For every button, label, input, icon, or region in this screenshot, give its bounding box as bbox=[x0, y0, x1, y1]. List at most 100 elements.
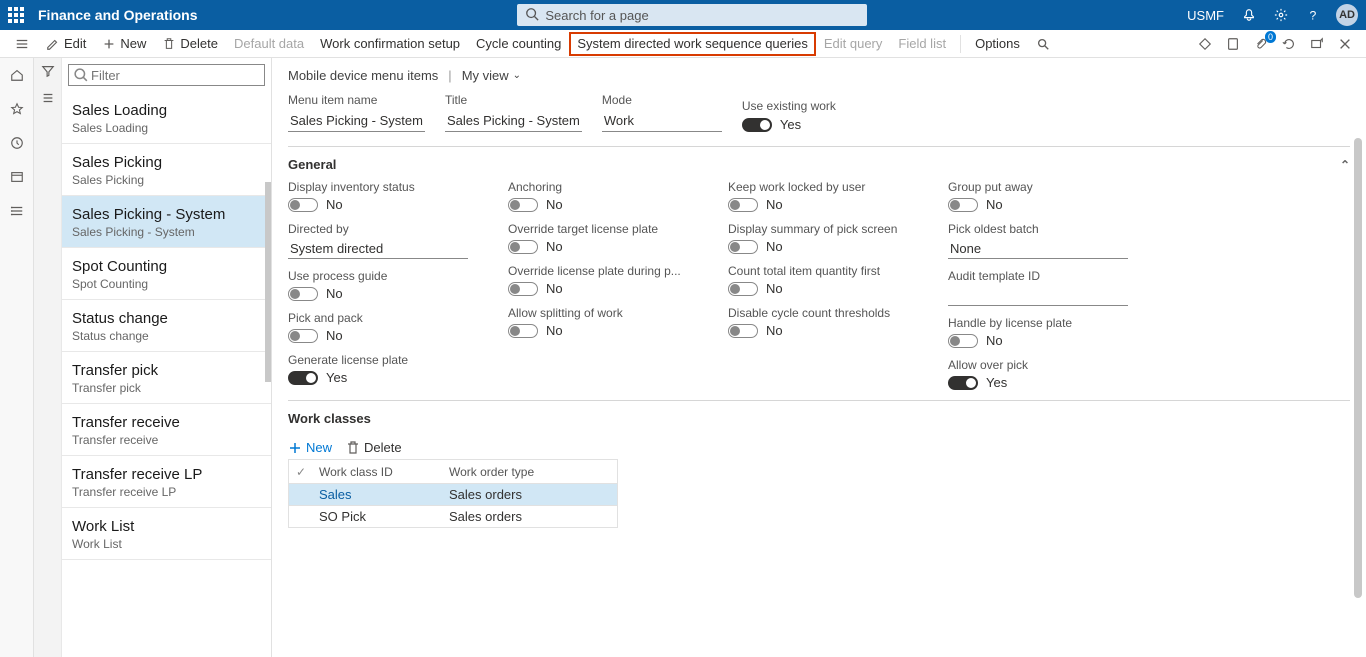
gear-icon[interactable] bbox=[1272, 6, 1290, 24]
pick_and_pack-toggle[interactable] bbox=[288, 329, 318, 343]
funnel-icon[interactable] bbox=[41, 64, 55, 81]
hamburger-icon[interactable] bbox=[13, 35, 31, 53]
count_total-field: Count total item quantity firstNo bbox=[728, 264, 908, 296]
bell-icon[interactable] bbox=[1240, 6, 1258, 24]
use-existing-work-field: Use existing work Yes bbox=[742, 99, 836, 132]
generate_lp-toggle[interactable] bbox=[288, 371, 318, 385]
list-item[interactable]: Transfer pickTransfer pick bbox=[62, 352, 271, 404]
edit-button[interactable]: Edit bbox=[38, 30, 94, 58]
delete-button[interactable]: Delete bbox=[154, 30, 226, 58]
list-filter-input[interactable] bbox=[68, 64, 265, 86]
override_lp_put-toggle[interactable] bbox=[508, 282, 538, 296]
check-icon[interactable]: ✓ bbox=[289, 465, 313, 479]
scrollbar-thumb[interactable] bbox=[1354, 138, 1362, 598]
list-item[interactable]: Transfer receiveTransfer receive bbox=[62, 404, 271, 456]
avatar[interactable]: AD bbox=[1336, 4, 1358, 26]
global-search[interactable]: Search for a page bbox=[517, 4, 867, 26]
collapse-icon[interactable]: ⌃ bbox=[1340, 158, 1350, 172]
list-item-sub: Sales Picking bbox=[72, 173, 261, 187]
pick_and_pack-field: Pick and packNo bbox=[288, 311, 468, 343]
count_total-toggle[interactable] bbox=[728, 282, 758, 296]
menu-item-name-input[interactable]: Sales Picking - System bbox=[288, 111, 425, 132]
list-item[interactable]: Sales PickingSales Picking bbox=[62, 144, 271, 196]
col-work-order-type[interactable]: Work order type bbox=[443, 465, 617, 479]
override_lp_put-field: Override license plate during p...No bbox=[508, 264, 688, 296]
clock-icon[interactable] bbox=[8, 134, 26, 152]
svg-text:?: ? bbox=[1310, 8, 1317, 22]
record-list: Sales LoadingSales LoadingSales PickingS… bbox=[62, 58, 272, 657]
generate_lp-field: Generate license plateYes bbox=[288, 353, 468, 385]
sys-directed-queries-button[interactable]: System directed work sequence queries bbox=[569, 32, 816, 56]
display_inv_status-toggle[interactable] bbox=[288, 198, 318, 212]
allow_over_pick-toggle[interactable] bbox=[948, 376, 978, 390]
new-button[interactable]: New bbox=[94, 30, 154, 58]
page-title: Mobile device menu items bbox=[288, 68, 438, 83]
star-icon[interactable] bbox=[8, 100, 26, 118]
anchoring-toggle[interactable] bbox=[508, 198, 538, 212]
attachments-icon[interactable]: 0 bbox=[1252, 35, 1270, 53]
main-content: Mobile device menu items | My view ⌄ Men… bbox=[272, 58, 1366, 657]
use_process_guide-toggle[interactable] bbox=[288, 287, 318, 301]
list-item-sub: Transfer receive LP bbox=[72, 485, 261, 499]
group_put-toggle[interactable] bbox=[948, 198, 978, 212]
pick_oldest-input[interactable]: None bbox=[948, 239, 1128, 259]
cycle-counting-button[interactable]: Cycle counting bbox=[468, 30, 569, 58]
waffle-icon[interactable] bbox=[8, 7, 24, 23]
mode-input[interactable]: Work bbox=[602, 111, 722, 132]
workspace-icon[interactable] bbox=[8, 168, 26, 186]
list-item-sub: Status change bbox=[72, 329, 261, 343]
handle_lp-toggle[interactable] bbox=[948, 334, 978, 348]
wc-new-button[interactable]: New bbox=[288, 440, 332, 455]
list-collapse-icon[interactable] bbox=[41, 91, 55, 108]
close-icon[interactable] bbox=[1336, 35, 1354, 53]
use_process_guide-field: Use process guideNo bbox=[288, 269, 468, 301]
col-work-class-id[interactable]: Work class ID bbox=[313, 465, 443, 479]
popout-icon[interactable] bbox=[1308, 35, 1326, 53]
keep_locked-toggle[interactable] bbox=[728, 198, 758, 212]
title-input[interactable]: Sales Picking - System bbox=[445, 111, 582, 132]
company-code[interactable]: USMF bbox=[1187, 8, 1224, 23]
work-classes-heading: Work classes bbox=[288, 411, 371, 426]
directed_by-input[interactable]: System directed bbox=[288, 239, 468, 259]
list-item[interactable]: Sales Picking - SystemSales Picking - Sy… bbox=[62, 196, 271, 248]
options-button[interactable]: Options bbox=[967, 30, 1028, 58]
scrollbar-thumb[interactable] bbox=[265, 182, 271, 382]
pick_oldest-field: Pick oldest batchNone bbox=[948, 222, 1128, 259]
wc-delete-button[interactable]: Delete bbox=[346, 440, 402, 455]
table-row[interactable]: SO PickSales orders bbox=[289, 506, 617, 528]
use-existing-work-toggle[interactable] bbox=[742, 118, 772, 132]
table-row[interactable]: SalesSales orders bbox=[289, 484, 617, 506]
list-item-sub: Work List bbox=[72, 537, 261, 551]
audit_template-input[interactable] bbox=[948, 286, 1128, 306]
refresh-icon[interactable] bbox=[1280, 35, 1298, 53]
pencil-icon bbox=[46, 37, 60, 51]
list-item-title: Work List bbox=[72, 518, 261, 535]
list-item-title: Status change bbox=[72, 310, 261, 327]
list-item-sub: Transfer receive bbox=[72, 433, 261, 447]
list-item[interactable]: Spot CountingSpot Counting bbox=[62, 248, 271, 300]
list-item-title: Transfer receive LP bbox=[72, 466, 261, 483]
list-item[interactable]: Sales LoadingSales Loading bbox=[62, 92, 271, 144]
home-icon[interactable] bbox=[8, 66, 26, 84]
list-item[interactable]: Status change Status change bbox=[62, 300, 271, 352]
work-classes-panel: Work classes New Delete ✓ Work class ID … bbox=[288, 400, 1350, 528]
plus-icon bbox=[102, 37, 116, 51]
help-icon[interactable]: ? bbox=[1304, 6, 1322, 24]
list-item[interactable]: Work List Work List bbox=[62, 508, 271, 560]
display_summary-toggle[interactable] bbox=[728, 240, 758, 254]
disable_cc-toggle[interactable] bbox=[728, 324, 758, 338]
modules-icon[interactable] bbox=[8, 202, 26, 220]
list-item[interactable]: Transfer receive LP Transfer receive LP bbox=[62, 456, 271, 508]
list-item-sub: Sales Picking - System bbox=[72, 225, 261, 239]
breadcrumb: Mobile device menu items | My view ⌄ bbox=[272, 58, 1366, 89]
page-icon[interactable] bbox=[1224, 35, 1242, 53]
nav-rail bbox=[0, 58, 34, 657]
display_inv_status-field: Display inventory statusNo bbox=[288, 180, 468, 212]
view-selector[interactable]: My view ⌄ bbox=[462, 68, 521, 83]
diamond-icon[interactable] bbox=[1196, 35, 1214, 53]
action-search-button[interactable] bbox=[1028, 30, 1058, 58]
group_put-field: Group put awayNo bbox=[948, 180, 1128, 212]
allow_split-toggle[interactable] bbox=[508, 324, 538, 338]
work-confirmation-button[interactable]: Work confirmation setup bbox=[312, 30, 468, 58]
override_target_lp-toggle[interactable] bbox=[508, 240, 538, 254]
